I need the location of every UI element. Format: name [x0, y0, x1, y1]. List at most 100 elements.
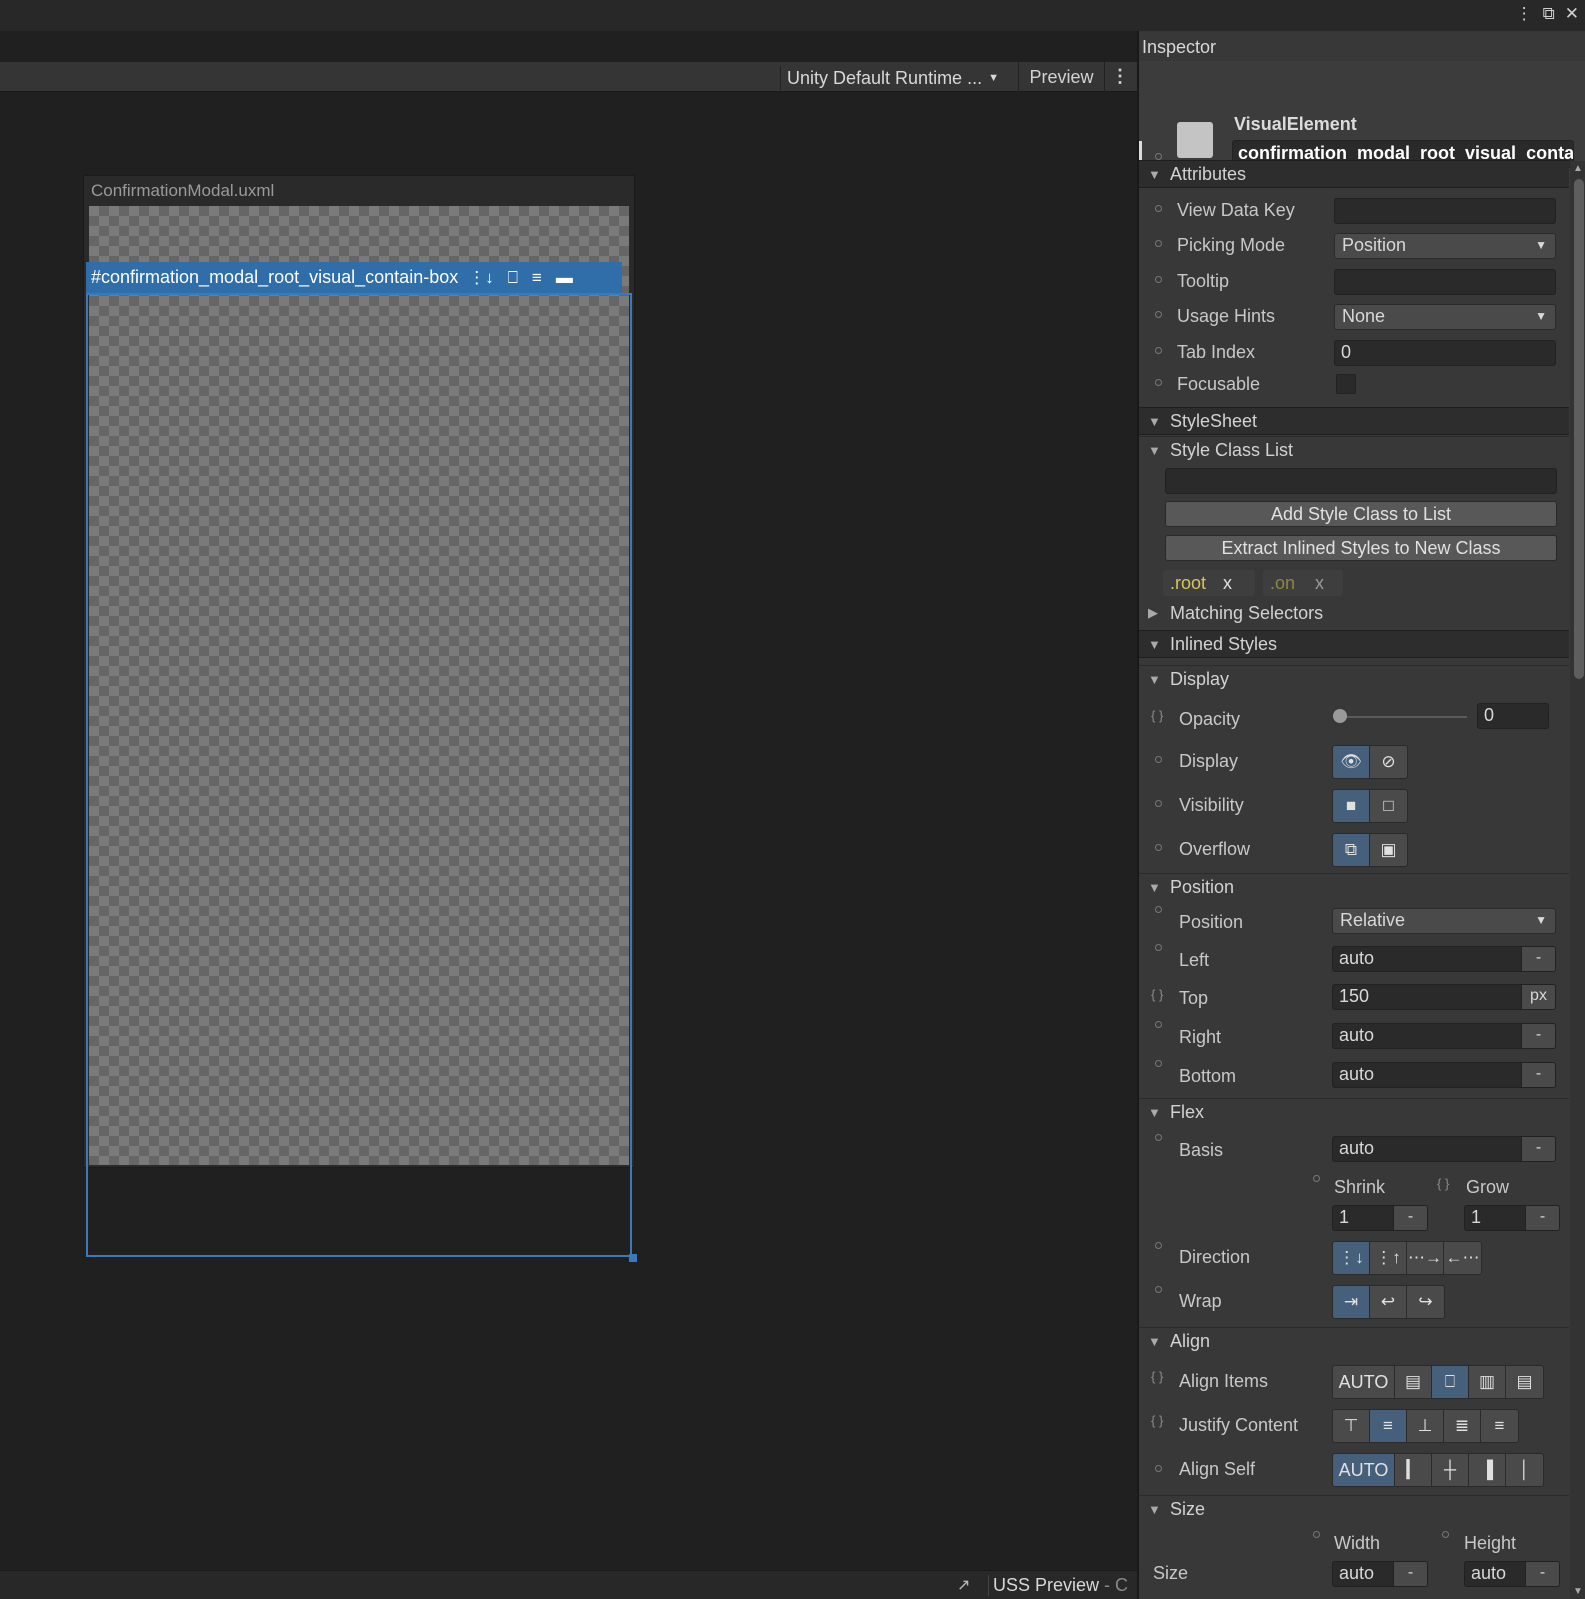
column-direction-icon[interactable]: ⋮↓	[1333, 1242, 1370, 1274]
align-self-start-icon[interactable]: ▎	[1395, 1454, 1432, 1486]
tooltip-field[interactable]	[1334, 269, 1556, 295]
bottom-unit[interactable]: -	[1521, 1063, 1555, 1087]
usage-hints-dropdown[interactable]: None ▼	[1334, 304, 1556, 330]
align-self-stretch-icon[interactable]: │	[1506, 1454, 1543, 1486]
remove-class-icon[interactable]: x	[1223, 573, 1232, 594]
grow-field[interactable]: 1-	[1464, 1205, 1560, 1231]
style-class-list-foldout[interactable]: ▼ Style Class List	[1139, 436, 1569, 464]
inspector-scrollbar[interactable]: ▲ ▼	[1570, 161, 1585, 1599]
overflow-visible-icon[interactable]: ⧉	[1333, 834, 1370, 866]
scrollbar-thumb[interactable]	[1574, 179, 1584, 679]
justify-space-between-icon[interactable]: ≣	[1444, 1410, 1481, 1442]
align-self-auto[interactable]: AUTO	[1333, 1454, 1395, 1486]
position-foldout[interactable]: ▼ Position	[1139, 873, 1569, 901]
class-name: .on	[1270, 572, 1296, 593]
flex-direction-icon[interactable]: ⋮↓	[468, 268, 494, 288]
style-class-pill-on[interactable]: .on x	[1263, 570, 1343, 596]
left-field[interactable]: auto -	[1332, 946, 1556, 972]
opacity-slider[interactable]	[1337, 716, 1467, 718]
display-label: Display	[1179, 751, 1239, 771]
add-style-class-button[interactable]: Add Style Class to List	[1165, 501, 1557, 527]
display-flex-eye-icon[interactable]: 👁	[1333, 746, 1370, 778]
scroll-down-icon[interactable]: ▼	[1573, 1586, 1583, 1597]
size-foldout[interactable]: ▼ Size	[1139, 1495, 1569, 1523]
selection-outline[interactable]	[86, 293, 632, 1257]
top-field[interactable]: 150 px	[1332, 984, 1556, 1010]
align-items-auto[interactable]: AUTO	[1333, 1366, 1395, 1398]
width-unit[interactable]: -	[1393, 1562, 1427, 1586]
basis-field[interactable]: auto -	[1332, 1136, 1556, 1162]
align-center-icon[interactable]: ⎕	[1432, 1366, 1469, 1398]
bottom-field[interactable]: auto -	[1332, 1062, 1556, 1088]
viewport-menu-icon[interactable]: ⋮	[1110, 66, 1130, 90]
align-end-icon[interactable]: ▥	[1469, 1366, 1506, 1398]
style-class-pill-root[interactable]: .root x	[1163, 570, 1255, 596]
display-none-eye-slash-icon[interactable]: ⊘	[1370, 746, 1407, 778]
row-direction-icon[interactable]: ⋯→	[1407, 1242, 1444, 1274]
remove-class-icon[interactable]: x	[1315, 573, 1324, 594]
basis-unit[interactable]: -	[1521, 1137, 1555, 1161]
matching-selectors-foldout[interactable]: ▶ Matching Selectors	[1139, 599, 1569, 627]
top-unit[interactable]: px	[1521, 985, 1555, 1009]
variable-brace-icon: { }	[1151, 1413, 1164, 1428]
extract-inlined-styles-button[interactable]: Extract Inlined Styles to New Class	[1165, 535, 1557, 561]
align-stretch-icon[interactable]: ▤	[1506, 1366, 1543, 1398]
justify-space-around-icon[interactable]: ≡	[1481, 1410, 1518, 1442]
direction-toggle-group: ⋮↓ ⋮↑ ⋯→ ←⋯	[1332, 1241, 1482, 1275]
column-reverse-icon[interactable]: ⋮↑	[1370, 1242, 1407, 1274]
runtime-theme-dropdown[interactable]: Unity Default Runtime ... ▼	[780, 66, 1016, 90]
justify-center-icon[interactable]: ≡	[1370, 1410, 1407, 1442]
picking-mode-dropdown[interactable]: Position ▼	[1334, 233, 1556, 259]
align-center-icon[interactable]: ⎕	[508, 268, 518, 288]
expand-icon: ▼	[1148, 672, 1161, 687]
position-dropdown[interactable]: Relative ▼	[1332, 908, 1556, 934]
align-end-icon[interactable]: ▬	[556, 268, 573, 288]
uss-preview-tab[interactable]: USS Preview - C	[988, 1575, 1128, 1596]
align-self-center-icon[interactable]: ┼	[1432, 1454, 1469, 1486]
align-foldout[interactable]: ▼ Align	[1139, 1327, 1569, 1355]
width-field[interactable]: auto -	[1332, 1561, 1428, 1587]
justify-center-icon[interactable]: ≡	[532, 268, 542, 288]
align-self-end-icon[interactable]: ▐	[1469, 1454, 1506, 1486]
justify-start-icon[interactable]: ⊤	[1333, 1410, 1370, 1442]
flex-foldout[interactable]: ▼ Flex	[1139, 1098, 1569, 1126]
resize-handle[interactable]	[629, 1254, 637, 1262]
wrap-icon[interactable]: ↩	[1370, 1286, 1407, 1318]
preview-button[interactable]: Preview	[1018, 62, 1105, 92]
shrink-unit[interactable]: -	[1393, 1206, 1427, 1230]
tab-index-field[interactable]: 0	[1334, 340, 1556, 366]
override-dot-icon	[1155, 844, 1162, 851]
left-unit[interactable]: -	[1521, 947, 1555, 971]
top-label: Top	[1179, 988, 1209, 1008]
height-unit[interactable]: -	[1525, 1562, 1559, 1586]
style-class-input[interactable]	[1165, 468, 1557, 494]
visible-square-icon[interactable]: ■	[1333, 790, 1370, 822]
inlined-styles-section[interactable]: ▼ Inlined Styles	[1139, 630, 1569, 658]
display-foldout[interactable]: ▼ Display	[1139, 665, 1569, 693]
overflow-hidden-icon[interactable]: ▣	[1370, 834, 1407, 866]
justify-end-icon[interactable]: ⊥	[1407, 1410, 1444, 1442]
wrap-reverse-icon[interactable]: ↪	[1407, 1286, 1444, 1318]
close-icon[interactable]: ✕	[1565, 4, 1579, 24]
grow-unit[interactable]: -	[1525, 1206, 1559, 1230]
opacity-slider-knob[interactable]	[1333, 709, 1347, 723]
attributes-section[interactable]: ▼ Attributes	[1139, 160, 1569, 188]
popout-icon[interactable]: ↗	[957, 1575, 970, 1595]
right-field[interactable]: auto -	[1332, 1023, 1556, 1049]
tooltip-label: Tooltip	[1177, 271, 1230, 291]
selected-element-tag[interactable]: #confirmation_modal_root_visual_contain-…	[86, 262, 622, 293]
restore-icon[interactable]: ⧉	[1543, 4, 1555, 24]
stylesheet-section[interactable]: ▼ StyleSheet	[1139, 407, 1569, 435]
height-field[interactable]: auto -	[1464, 1561, 1560, 1587]
hidden-dotted-square-icon[interactable]: □	[1370, 790, 1407, 822]
align-start-icon[interactable]: ▤	[1395, 1366, 1432, 1398]
nowrap-icon[interactable]: ⇥	[1333, 1286, 1370, 1318]
right-unit[interactable]: -	[1521, 1024, 1555, 1048]
shrink-field[interactable]: 1-	[1332, 1205, 1428, 1231]
scroll-up-icon[interactable]: ▲	[1573, 163, 1583, 174]
opacity-field[interactable]: 0	[1477, 703, 1549, 729]
kebab-icon[interactable]: ⋮	[1516, 4, 1533, 24]
row-reverse-icon[interactable]: ←⋯	[1444, 1242, 1481, 1274]
focusable-checkbox[interactable]	[1336, 374, 1356, 394]
view-data-key-field[interactable]	[1334, 198, 1556, 224]
